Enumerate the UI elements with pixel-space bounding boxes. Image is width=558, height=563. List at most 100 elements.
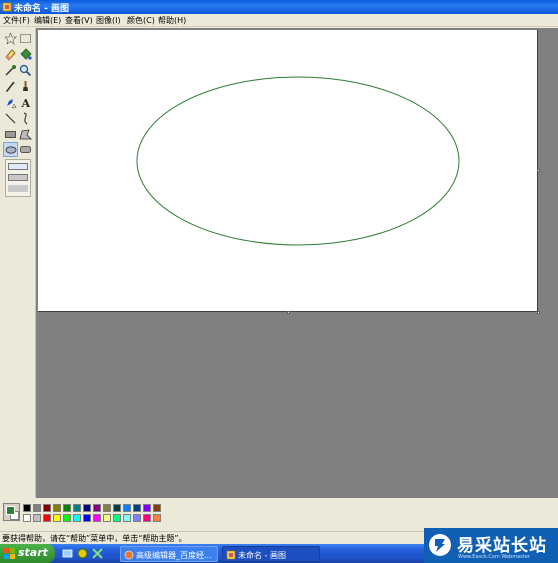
airbrush-icon xyxy=(7,99,17,109)
curve-icon xyxy=(23,112,28,125)
palette-swatch[interactable] xyxy=(93,514,101,522)
polygon-icon xyxy=(19,129,32,140)
window-title: 未命名 - 画图 xyxy=(14,4,70,14)
palette-swatch[interactable] xyxy=(93,504,101,512)
palette-swatch[interactable] xyxy=(33,514,41,522)
palette-swatch[interactable] xyxy=(103,514,111,522)
palette-swatch[interactable] xyxy=(113,514,121,522)
palette-swatch[interactable] xyxy=(83,514,91,522)
taskbar-button-label: 未命名 - 画图 xyxy=(238,551,286,560)
palette-swatch[interactable] xyxy=(133,504,141,512)
text-icon: A xyxy=(21,97,31,110)
palette-swatch[interactable] xyxy=(103,504,111,512)
tool-ellipse[interactable] xyxy=(3,142,18,157)
site-logo-icon xyxy=(429,534,451,556)
drawn-ellipse xyxy=(136,76,460,246)
menu-file[interactable]: 文件(F) xyxy=(3,15,30,26)
magnifier-icon xyxy=(19,64,32,77)
resize-handle-corner[interactable] xyxy=(537,311,540,314)
menu-edit[interactable]: 编辑(E) xyxy=(34,15,61,26)
drawing-canvas[interactable] xyxy=(38,30,538,312)
canvas-workspace xyxy=(36,28,558,498)
menu-help[interactable]: 帮助(H) xyxy=(158,15,186,26)
fill-style-outline-fill[interactable] xyxy=(8,174,28,181)
resize-handle-bottom[interactable] xyxy=(287,311,290,314)
taskbar-button-browser[interactable]: 高级编辑器_百度经... xyxy=(120,546,218,562)
watermark: 易采站长站 Www.Easck.Com Webmaster xyxy=(424,528,558,563)
taskbar-button-label: 高级编辑器_百度经... xyxy=(136,551,212,560)
foreground-color xyxy=(6,506,15,515)
palette-swatch[interactable] xyxy=(123,504,131,512)
eraser-icon xyxy=(5,49,16,61)
paint-bucket-icon xyxy=(20,48,32,60)
start-button[interactable]: start xyxy=(0,544,55,563)
tool-pick-color[interactable] xyxy=(3,63,18,78)
tool-rounded-rectangle[interactable] xyxy=(18,142,33,157)
palette-swatch[interactable] xyxy=(143,514,151,522)
palette-swatch[interactable] xyxy=(53,504,61,512)
windows-logo-icon xyxy=(4,548,15,559)
status-text: 要获得帮助，请在“帮助”菜单中，单击“帮助主题”。 xyxy=(2,534,187,543)
tool-box: A xyxy=(0,28,36,498)
tool-brush[interactable] xyxy=(18,79,33,94)
paint-app-icon xyxy=(226,550,236,560)
palette-swatch[interactable] xyxy=(143,504,151,512)
svg-text:A: A xyxy=(21,97,31,110)
pencil-icon xyxy=(6,81,15,92)
paint-app-icon xyxy=(2,2,12,12)
tool-curve[interactable] xyxy=(18,111,33,126)
watermark-text: 易采站长站 xyxy=(457,536,547,556)
tool-rect-select[interactable] xyxy=(18,31,33,46)
tool-line[interactable] xyxy=(3,111,18,126)
tool-rectangle[interactable] xyxy=(3,127,18,142)
media-quicklaunch-icon[interactable] xyxy=(92,548,103,559)
palette-swatch[interactable] xyxy=(153,504,161,512)
paint-window: 未命名 - 画图 文件(F) 编辑(E) 查看(V) 图像(I) 颜色(C) 帮… xyxy=(0,0,558,563)
menu-view[interactable]: 查看(V) xyxy=(65,15,93,26)
palette-swatch[interactable] xyxy=(63,504,71,512)
fill-style-options xyxy=(5,159,31,197)
palette-swatch[interactable] xyxy=(123,514,131,522)
rounded-rectangle-icon xyxy=(20,146,31,153)
palette-swatch[interactable] xyxy=(133,514,141,522)
palette-swatch[interactable] xyxy=(83,504,91,512)
menu-bar: 文件(F) 编辑(E) 查看(V) 图像(I) 颜色(C) 帮助(H) xyxy=(0,14,558,27)
show-desktop-icon[interactable] xyxy=(62,548,73,559)
fill-style-outline[interactable] xyxy=(8,163,28,170)
fill-style-fill[interactable] xyxy=(8,185,28,192)
palette-swatch[interactable] xyxy=(53,514,61,522)
resize-handle-right[interactable] xyxy=(537,169,540,172)
watermark-url: Www.Easck.Com Webmaster xyxy=(458,554,530,560)
palette-swatch[interactable] xyxy=(43,514,51,522)
title-bar[interactable]: 未命名 - 画图 xyxy=(0,0,558,14)
browser-quicklaunch-icon[interactable] xyxy=(77,548,88,559)
palette-swatch[interactable] xyxy=(73,504,81,512)
eyedropper-icon xyxy=(5,65,16,76)
browser-icon xyxy=(124,550,134,560)
ellipse-icon xyxy=(5,146,17,154)
tool-magnifier[interactable] xyxy=(18,63,33,78)
tool-polygon[interactable] xyxy=(18,127,33,142)
start-label: start xyxy=(18,546,48,559)
tool-eraser[interactable] xyxy=(3,47,18,62)
palette-swatch[interactable] xyxy=(73,514,81,522)
brush-icon xyxy=(23,81,28,91)
palette-swatch[interactable] xyxy=(63,514,71,522)
tool-fill[interactable] xyxy=(18,47,33,62)
menu-image[interactable]: 图像(I) xyxy=(96,15,121,26)
palette-swatch[interactable] xyxy=(113,504,121,512)
tool-pencil[interactable] xyxy=(3,79,18,94)
rect-select-icon xyxy=(20,34,31,43)
palette-swatch[interactable] xyxy=(43,504,51,512)
line-icon xyxy=(5,113,16,124)
palette-swatch[interactable] xyxy=(33,504,41,512)
tool-airbrush[interactable] xyxy=(3,95,18,110)
palette-swatch[interactable] xyxy=(153,514,161,522)
tool-free-form-select[interactable] xyxy=(3,31,18,46)
palette-swatch[interactable] xyxy=(23,504,31,512)
rectangle-icon xyxy=(5,131,16,138)
tool-text[interactable]: A xyxy=(18,95,33,110)
palette-swatch[interactable] xyxy=(23,514,31,522)
menu-colors[interactable]: 颜色(C) xyxy=(127,15,155,26)
taskbar-button-paint[interactable]: 未命名 - 画图 xyxy=(222,546,320,562)
